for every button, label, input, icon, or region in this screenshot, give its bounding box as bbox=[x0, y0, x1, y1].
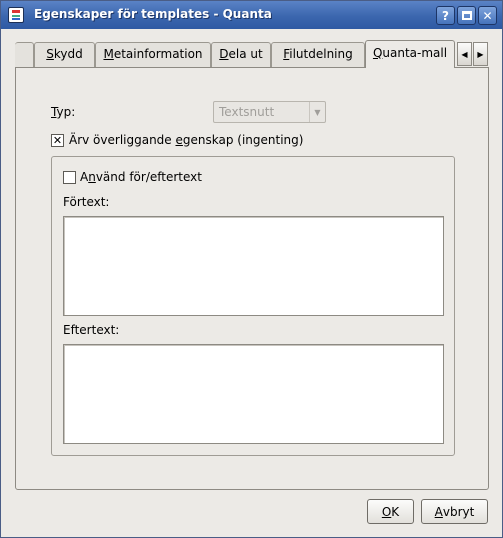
use-pre-post-label[interactable]: Använd för/eftertext bbox=[80, 170, 202, 184]
tab-scroll-buttons: ◀ ▶ bbox=[457, 42, 489, 66]
type-combobox[interactable]: Textsnutt ▼ bbox=[213, 101, 326, 123]
checkmark-icon: ✕ bbox=[52, 134, 63, 147]
help-button[interactable]: ? bbox=[436, 6, 455, 25]
tab-label-mnemonic: M bbox=[103, 47, 114, 61]
tab-metainformation[interactable]: Metainformation bbox=[95, 42, 211, 67]
tab-skydd[interactable]: Skydd bbox=[34, 42, 95, 67]
inherit-checkbox[interactable]: ✕ bbox=[51, 134, 64, 147]
pretext-label: Förtext: bbox=[63, 195, 110, 209]
type-label: Typ: bbox=[51, 105, 75, 119]
ok-button-label: K bbox=[391, 504, 400, 519]
inherit-label-mnemonic: e bbox=[175, 133, 183, 147]
posttext-textarea[interactable] bbox=[63, 344, 444, 444]
ok-button-mnemonic: O bbox=[381, 504, 392, 519]
pre-post-text-group: Använd för/eftertext Förtext: Eftertext: bbox=[51, 156, 455, 456]
ok-button[interactable]: OK bbox=[367, 499, 414, 524]
cancel-button-label: vbryt bbox=[442, 504, 475, 519]
posttext-label: Eftertext: bbox=[63, 323, 120, 337]
tab-label: ela ut bbox=[228, 47, 263, 61]
cancel-button[interactable]: Avbryt bbox=[421, 499, 488, 524]
quanta-mall-panel: Typ: Textsnutt ▼ ✕ Ärv överliggande egen… bbox=[15, 67, 489, 490]
arrow-left-icon: ◀ bbox=[461, 49, 468, 59]
inherit-label[interactable]: Ärv överliggande egenskap (ingenting) bbox=[69, 133, 303, 147]
help-icon: ? bbox=[442, 8, 449, 23]
tab-label-mnemonic: S bbox=[46, 47, 54, 61]
cancel-button-mnemonic: A bbox=[434, 504, 443, 519]
tab-bar: Skydd Metainformation Dela ut Filutdelni… bbox=[15, 40, 489, 68]
use-pre-post-label-mnemonic: n bbox=[88, 170, 96, 184]
tab-label-mnemonic: Q bbox=[372, 46, 383, 60]
pretext-textarea[interactable] bbox=[63, 216, 444, 316]
title-bar[interactable]: Egenskaper för templates - Quanta ? ✕ bbox=[1, 1, 502, 29]
tab-quanta-mall[interactable]: Quanta-mall bbox=[365, 40, 455, 68]
window-title: Egenskaper för templates - Quanta bbox=[34, 7, 272, 21]
arrow-right-icon: ▶ bbox=[477, 49, 484, 59]
quanta-app-icon[interactable] bbox=[8, 7, 24, 23]
tab-label: uanta-mall bbox=[382, 46, 448, 60]
tab-label: kydd bbox=[53, 47, 83, 61]
inherit-label-text: Ärv överliggande bbox=[69, 133, 176, 147]
type-combobox-value: Textsnutt bbox=[219, 105, 275, 119]
use-pre-post-label-text-end: vänd för/eftertext bbox=[95, 170, 202, 184]
tab-filutdelning[interactable]: Filutdelning bbox=[271, 42, 365, 67]
inherit-label-text-end: genskap (ingenting) bbox=[182, 133, 304, 147]
chevron-down-icon: ▼ bbox=[309, 102, 325, 122]
tab-partial-hidden[interactable] bbox=[15, 42, 34, 67]
use-pre-post-checkbox[interactable] bbox=[63, 171, 76, 184]
tab-dela-ut[interactable]: Dela ut bbox=[211, 42, 271, 67]
maximize-button[interactable] bbox=[457, 6, 476, 25]
tab-label-mnemonic: D bbox=[219, 47, 229, 61]
tab-scroll-right-button[interactable]: ▶ bbox=[473, 42, 488, 66]
type-label-text: yp: bbox=[56, 105, 76, 119]
use-pre-post-label-text: A bbox=[80, 170, 89, 184]
tab-label: ilutdelning bbox=[289, 47, 353, 61]
close-button[interactable]: ✕ bbox=[478, 6, 497, 25]
maximize-icon bbox=[461, 11, 472, 20]
tab-scroll-left-button[interactable]: ◀ bbox=[457, 42, 472, 66]
tab-label: etainformation bbox=[113, 47, 203, 61]
close-icon: ✕ bbox=[482, 8, 493, 23]
properties-dialog: Egenskaper för templates - Quanta ? ✕ Sk… bbox=[0, 0, 503, 538]
